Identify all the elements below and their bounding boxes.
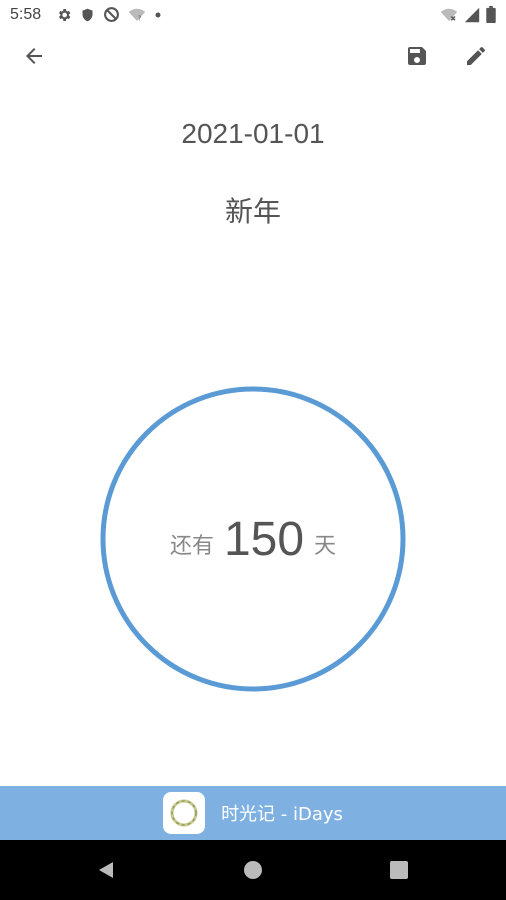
save-button[interactable] — [397, 36, 437, 76]
nav-back-button[interactable] — [86, 850, 126, 890]
nav-home-button[interactable] — [233, 850, 273, 890]
arrow-back-icon — [26, 48, 42, 64]
status-bar: 5:58 ? — [0, 0, 506, 30]
app-name: 时光记 - iDays — [221, 804, 343, 825]
countdown-days: 150 — [223, 512, 305, 566]
countdown-suffix: 天 — [314, 534, 337, 559]
status-time: 5:58 — [10, 6, 42, 23]
edit-button[interactable] — [456, 36, 496, 76]
wifi-question-icon: ? — [128, 7, 146, 23]
app-banner[interactable]: 时光记 - iDays — [0, 786, 506, 840]
back-button[interactable] — [14, 36, 54, 76]
nav-recents-button[interactable] — [379, 850, 419, 890]
screen: 5:58 ? 2021-01-01 新年 还有 150 天 时光记 - iDay… — [0, 0, 506, 900]
countdown-prefix: 还有 — [169, 534, 214, 559]
settings-icon — [56, 7, 72, 23]
nav-recents-square-icon — [390, 861, 408, 879]
edit-pencil-icon — [467, 46, 485, 65]
nav-bar — [0, 840, 506, 900]
dot-icon — [154, 11, 162, 19]
event-title: 新年 — [224, 195, 281, 228]
nav-back-triangle-icon — [99, 862, 113, 878]
status-icons-right — [440, 6, 496, 23]
wifi-off-icon — [440, 7, 458, 23]
event-date: 2021-01-01 — [181, 118, 325, 149]
signal-icon — [464, 7, 480, 23]
svg-text:?: ? — [138, 14, 142, 22]
app-logo — [163, 792, 206, 834]
countdown-text: 还有 150 天 — [100, 386, 406, 692]
shield-icon — [80, 7, 95, 23]
status-icons-left: ? — [56, 6, 162, 23]
toolbar — [0, 30, 506, 82]
no-sync-icon — [103, 6, 120, 23]
wreath-logo-icon — [170, 799, 198, 827]
battery-icon — [486, 6, 496, 23]
save-icon — [408, 47, 426, 65]
nav-home-circle-icon — [244, 861, 262, 879]
